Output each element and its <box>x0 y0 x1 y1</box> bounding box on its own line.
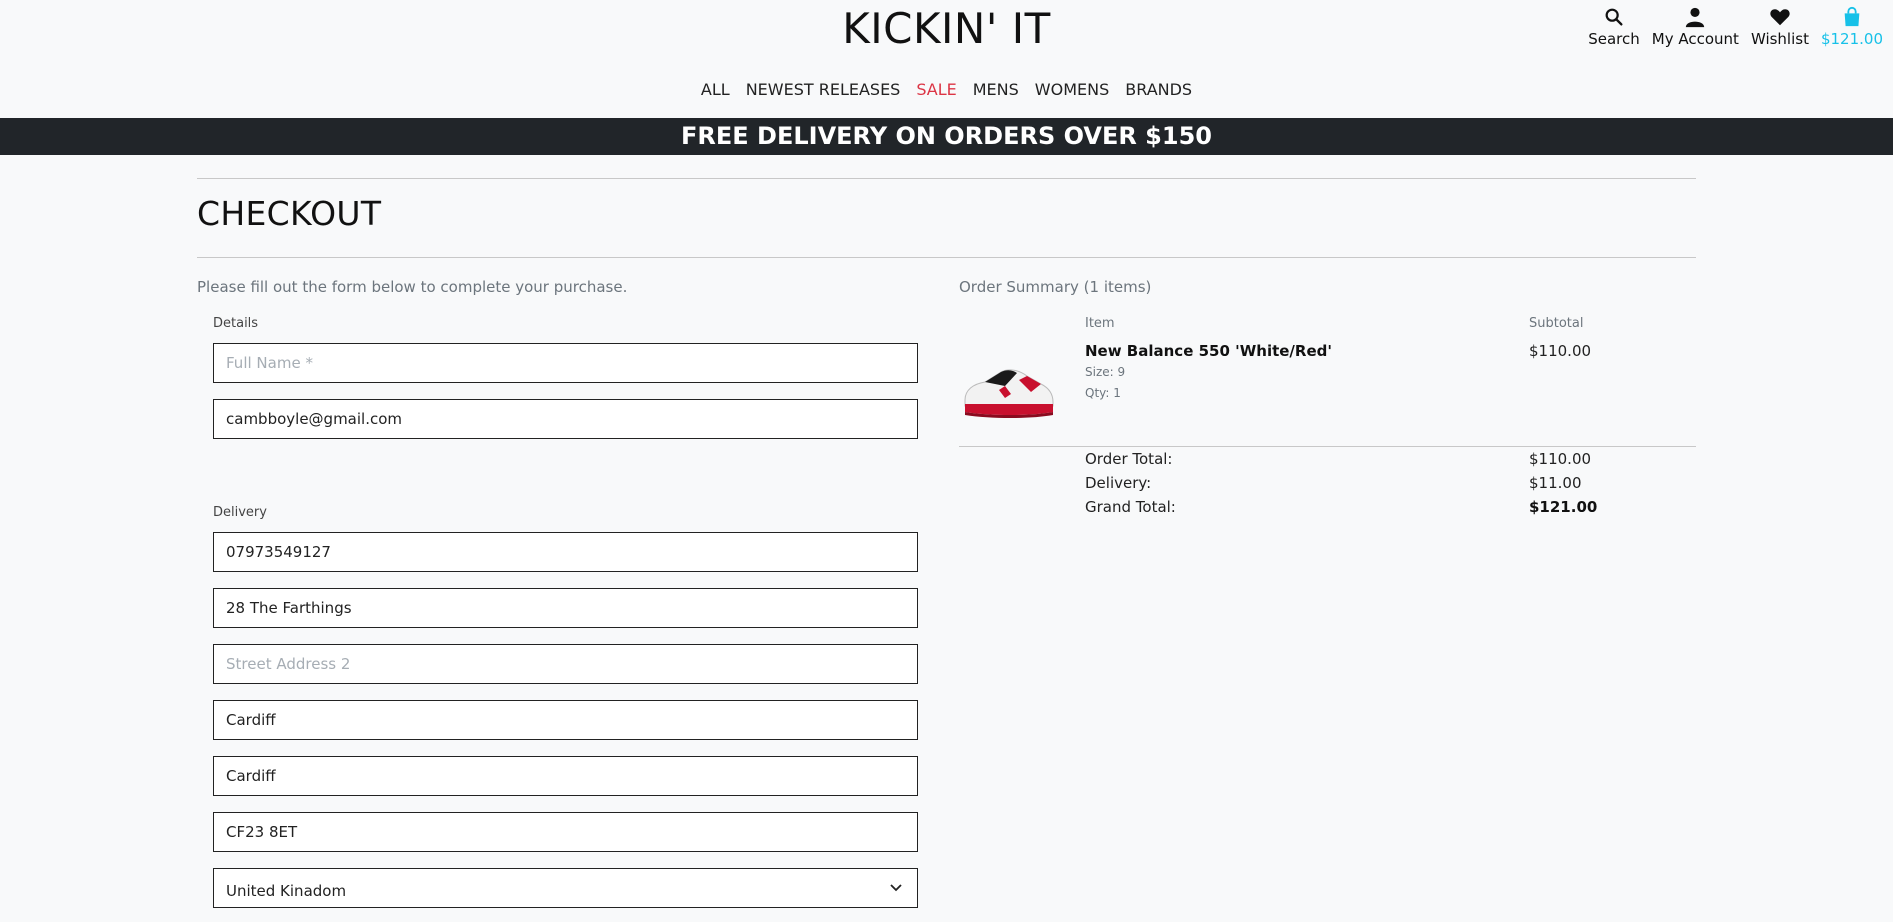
delivery-label: Delivery <box>213 505 267 520</box>
street-address-2-field[interactable]: Street Address 2 <box>213 644 918 684</box>
postcode-field[interactable]: CF23 8ET <box>213 812 918 852</box>
nav-all[interactable]: ALL <box>701 80 730 99</box>
checkout-intro: Please fill out the form below to comple… <box>197 278 628 296</box>
nav-womens[interactable]: WOMENS <box>1035 80 1109 99</box>
delivery-banner: FREE DELIVERY ON ORDERS OVER $150 <box>0 118 1893 155</box>
header-tools: Search My Account Wishlist $121.00 <box>1588 6 1883 48</box>
product-name[interactable]: New Balance 550 'White/Red' <box>1085 342 1332 360</box>
search-label: Search <box>1588 30 1640 48</box>
wishlist-label: Wishlist <box>1750 30 1809 48</box>
search-icon <box>1605 8 1623 26</box>
heart-icon <box>1770 9 1790 26</box>
delivery-cost-label: Delivery: <box>1085 474 1152 492</box>
country-select[interactable]: United Kinadom <box>213 868 918 908</box>
page-title: CHECKOUT <box>197 194 382 233</box>
product-size: Size: 9 <box>1085 365 1126 379</box>
nav-newest-releases[interactable]: NEWEST RELEASES <box>746 80 901 99</box>
divider <box>197 257 1696 258</box>
chevron-down-icon <box>890 884 902 892</box>
email-field[interactable]: cambboyle@gmail.com <box>213 399 918 439</box>
subtotal-column-header: Subtotal <box>1529 316 1584 331</box>
bag-total: $121.00 <box>1820 30 1883 48</box>
product-qty: Qty: 1 <box>1085 386 1121 400</box>
nav-mens[interactable]: MENS <box>973 80 1019 99</box>
delivery-cost-value: $11.00 <box>1529 474 1582 492</box>
user-icon <box>1686 7 1705 28</box>
country-value: United Kinadom <box>226 882 347 900</box>
account-label: My Account <box>1651 30 1739 48</box>
nav-sale[interactable]: SALE <box>916 80 956 99</box>
item-column-header: Item <box>1085 316 1115 331</box>
product-image[interactable] <box>961 360 1057 420</box>
product-subtotal: $110.00 <box>1529 342 1592 360</box>
divider <box>197 178 1696 179</box>
street-address-1-field[interactable]: 28 The Farthings <box>213 588 918 628</box>
county-field[interactable]: Cardiff <box>213 756 918 796</box>
account-link[interactable]: My Account <box>1652 6 1739 48</box>
brand-name: KICKIN' IT <box>842 4 1051 53</box>
grand-total-value: $121.00 <box>1529 498 1598 516</box>
details-label: Details <box>213 316 259 331</box>
main-nav: ALL NEWEST RELEASES SALE MENS WOMENS BRA… <box>0 80 1893 99</box>
order-total-label: Order Total: <box>1085 450 1173 468</box>
full-name-field[interactable]: Full Name * <box>213 343 918 383</box>
shopping-bag-icon <box>1844 6 1860 27</box>
bag-link[interactable]: $121.00 <box>1821 6 1883 48</box>
order-summary-heading: Order Summary (1 items) <box>959 278 1152 296</box>
town-field[interactable]: Cardiff <box>213 700 918 740</box>
divider <box>959 446 1696 447</box>
nav-brands[interactable]: BRANDS <box>1125 80 1192 99</box>
grand-total-label: Grand Total: <box>1085 498 1176 516</box>
search-link[interactable]: Search <box>1588 6 1640 48</box>
wishlist-link[interactable]: Wishlist <box>1751 6 1809 48</box>
phone-field[interactable]: 07973549127 <box>213 532 918 572</box>
order-total-value: $110.00 <box>1529 450 1592 468</box>
